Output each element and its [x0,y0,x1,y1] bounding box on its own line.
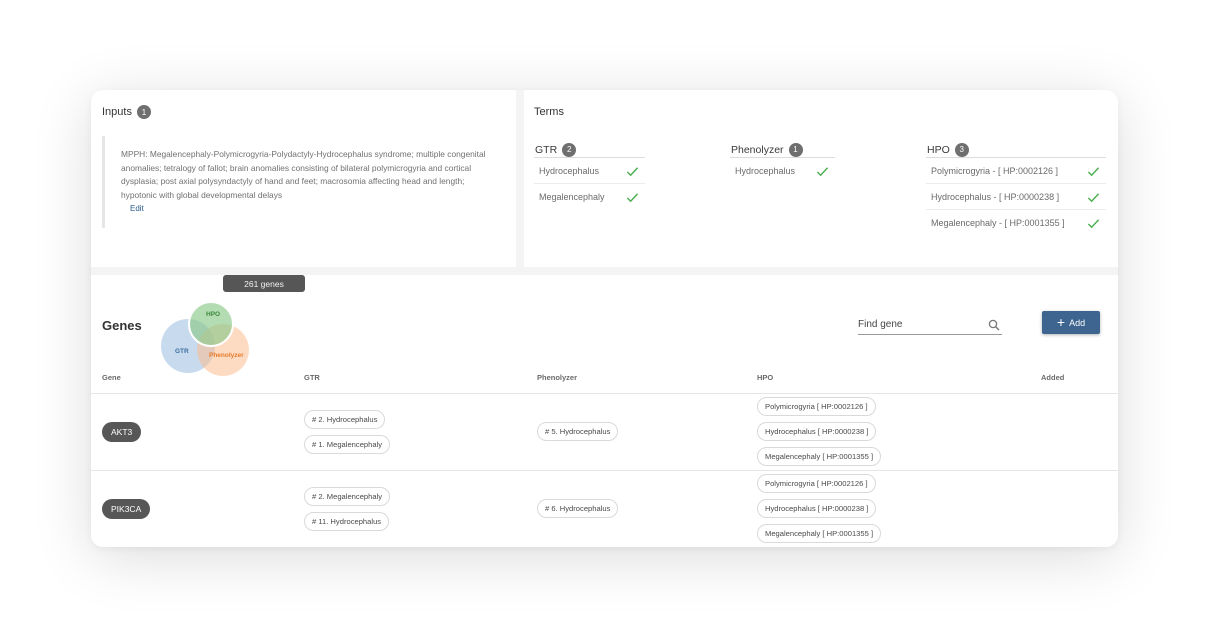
column-header-gene: Gene [102,373,121,382]
gene-badge[interactable]: AKT3 [102,422,142,442]
venn-gtr-label: GTR [175,348,189,355]
add-gene-button-label: Add [1069,317,1086,328]
gtr-count-badge: 2 [562,142,577,157]
input-text: MPPH: Megalencephaly-Polymicrogyria-Poly… [121,149,486,200]
gene-badge[interactable]: PIK3CA [102,499,151,519]
check-icon [1087,219,1100,229]
hpo-terms-column: HPO 3 Polymicrogyria - [ HP:0002126 ] Hy… [926,142,1106,236]
genes-title: Genes [102,318,142,333]
add-gene-button[interactable]: + Add [1042,311,1100,334]
hpo-term-item[interactable]: Polymicrogyria - [ HP:0002126 ] [926,158,1106,184]
hpo-term-tag[interactable]: Megalencephaly [ HP:0001355 ] [757,447,882,466]
hpo-terms-header: HPO 3 [926,142,1106,158]
gtr-term-item[interactable]: Hydrocephalus [534,158,645,184]
hpo-term-label: Megalencephaly - [ HP:0001355 ] [931,218,1065,228]
terms-panel: Terms GTR 2 Hydrocephalus Megalencephaly… [524,90,1118,267]
table-divider [91,393,1118,394]
input-text-block: MPPH: Megalencephaly-Polymicrogyria-Poly… [102,136,502,228]
inputs-panel: Inputs 1 MPPH: Megalencephaly-Polymicrog… [91,90,516,267]
gtr-term-label: Megalencephaly [539,192,605,202]
phenolyzer-rank-tag[interactable]: # 6. Hydrocephalus [537,499,619,518]
gtr-term-label: Hydrocephalus [539,165,600,176]
gtr-rank-tag[interactable]: # 2. Hydrocephalus [304,410,386,429]
row-divider [91,470,1118,471]
inputs-count-badge: 1 [136,105,151,119]
check-icon [626,167,639,177]
hpo-term-item[interactable]: Hydrocephalus - [ HP:0000238 ] [926,184,1106,210]
hpo-term-tag[interactable]: Polymicrogyria [ HP:0002126 ] [757,397,876,416]
edit-link[interactable]: Edit [130,204,144,213]
find-gene-input[interactable]: Find gene [858,315,1002,335]
venn-hpo-label: HPO [206,311,220,318]
phenolyzer-terms-column: Phenolyzer 1 Hydrocephalus [730,142,835,184]
hpo-term-label: Polymicrogyria - [ HP:0002126 ] [931,165,1059,176]
inputs-title-label: Inputs [102,106,132,118]
phenolyzer-count-badge: 1 [788,142,803,157]
find-gene-placeholder: Find gene [858,319,903,330]
hpo-term-tag[interactable]: Megalencephaly [ HP:0001355 ] [757,524,882,543]
gtr-terms-column: GTR 2 Hydrocephalus Megalencephaly [534,142,645,210]
venn-diagram[interactable]: HPO GTR Phenolyzer [161,287,253,377]
search-icon[interactable] [988,319,1000,331]
terms-title: Terms [534,106,564,118]
phenolyzer-terms-header: Phenolyzer 1 [730,142,835,158]
phenolyzer-term-label: Hydrocephalus [735,166,796,176]
column-header-hpo: HPO [757,373,774,382]
check-icon [1087,193,1100,203]
phenolyzer-term-item[interactable]: Hydrocephalus [730,158,835,184]
hpo-terms-label: HPO [927,143,950,156]
hpo-term-item[interactable]: Megalencephaly - [ HP:0001355 ] [926,210,1106,236]
gtr-terms-header: GTR 2 [534,142,645,158]
genes-panel: Genes HPO GTR Phenolyzer 261 genes Find … [91,275,1118,547]
gtr-rank-tag[interactable]: # 11. Hydrocephalus [304,512,390,531]
column-header-phenolyzer: Phenolyzer [537,373,578,382]
hpo-term-tag[interactable]: Hydrocephalus [ HP:0000238 ] [757,422,877,441]
venn-hpo-circle[interactable] [188,301,234,347]
check-icon [816,167,829,177]
venn-phenolyzer-label: Phenolyzer [209,352,244,359]
inputs-title: Inputs 1 [102,105,151,119]
gtr-terms-label: GTR [535,143,558,156]
hpo-term-tag[interactable]: Hydrocephalus [ HP:0000238 ] [757,499,877,518]
phenolyzer-rank-tag[interactable]: # 5. Hydrocephalus [537,422,619,441]
hpo-term-label: Hydrocephalus - [ HP:0000238 ] [931,191,1060,202]
plus-icon: + [1056,314,1066,330]
gtr-rank-tag[interactable]: # 2. Megalencephaly [304,487,391,506]
check-icon [626,193,639,203]
venn-tooltip: 261 genes [223,275,305,292]
phenolyzer-terms-label: Phenolyzer [731,143,784,156]
gtr-term-item[interactable]: Megalencephaly [534,184,645,210]
gtr-rank-tag[interactable]: # 1. Megalencephaly [304,435,391,454]
check-icon [1087,167,1100,177]
hpo-term-tag[interactable]: Polymicrogyria [ HP:0002126 ] [757,474,876,493]
column-header-added: Added [1041,373,1065,382]
app-window: Inputs 1 MPPH: Megalencephaly-Polymicrog… [91,90,1118,547]
hpo-count-badge: 3 [954,142,969,157]
column-header-gtr: GTR [304,373,320,382]
